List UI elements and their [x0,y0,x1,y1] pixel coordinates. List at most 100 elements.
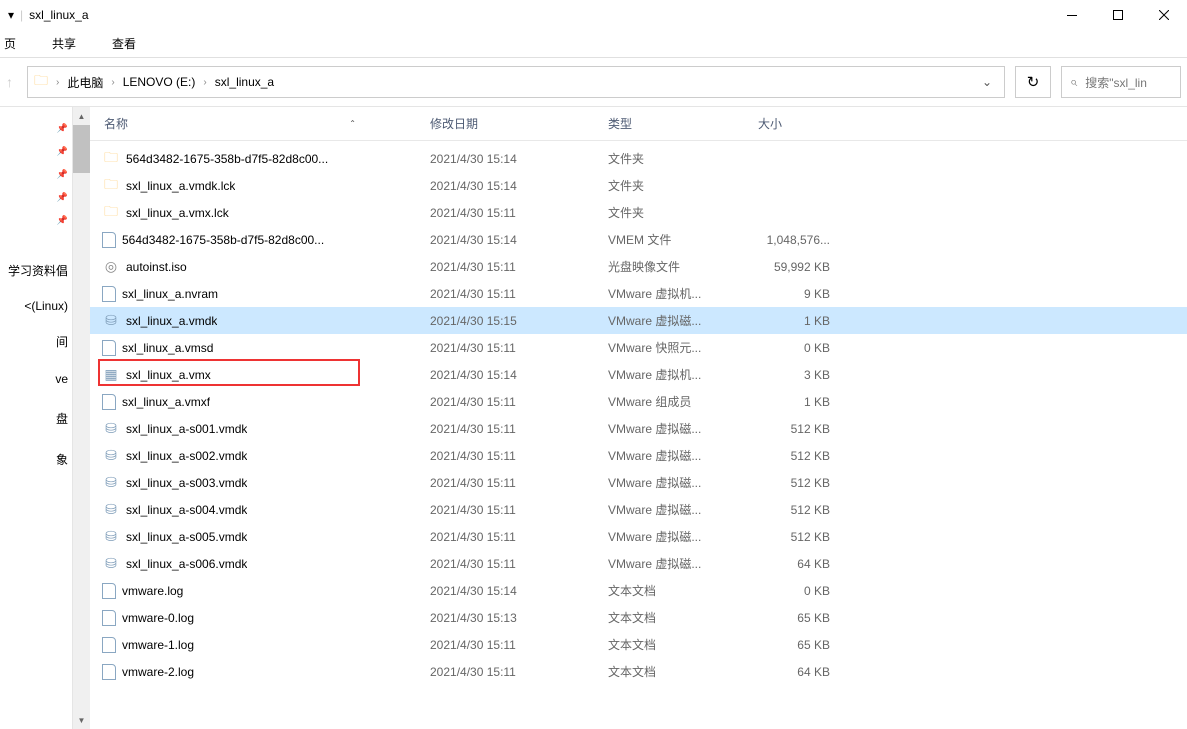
file-date: 2021/4/30 15:14 [416,233,594,247]
table-row[interactable]: vmware.log 2021/4/30 15:14 文本文档 0 KB [90,577,1187,604]
breadcrumb-item[interactable]: 此电脑 [63,72,107,93]
chevron-right-icon[interactable]: › [56,77,59,88]
nav-scrollbar[interactable]: ▲ ▼ [72,107,90,729]
sidebar-item[interactable]: <(Linux) [0,289,72,323]
table-row[interactable]: ⛁sxl_linux_a-s004.vmdk 2021/4/30 15:11 V… [90,496,1187,523]
sidebar-item[interactable]: 📌 [0,163,72,186]
table-row[interactable]: 🗀564d3482-1675-358b-d7f5-82d8c00... 2021… [90,145,1187,172]
search-icon: ⌕ [1070,74,1077,90]
header-date[interactable]: 修改日期 [416,115,594,132]
refresh-button[interactable]: ↻ [1015,66,1051,98]
breadcrumb-item[interactable]: sxl_linux_a [211,73,278,91]
file-size: 65 KB [744,638,834,652]
table-row[interactable]: 564d3482-1675-358b-d7f5-82d8c00... 2021/… [90,226,1187,253]
table-row[interactable]: vmware-1.log 2021/4/30 15:11 文本文档 65 KB [90,631,1187,658]
file-icon [102,340,116,356]
breadcrumb-item[interactable]: LENOVO (E:) [119,73,200,91]
file-date: 2021/4/30 15:11 [416,341,594,355]
sidebar-item[interactable]: 📌 [0,186,72,209]
tab-view[interactable]: 查看 [108,35,140,52]
pin-icon: 📌 [57,169,68,180]
file-name: sxl_linux_a-s004.vmdk [126,503,247,517]
table-row[interactable]: ▦sxl_linux_a.vmx 2021/4/30 15:14 VMware … [90,361,1187,388]
file-name: sxl_linux_a-s005.vmdk [126,530,247,544]
pin-icon: 📌 [57,123,68,134]
file-date: 2021/4/30 15:11 [416,287,594,301]
sidebar-item[interactable]: 📌 [0,117,72,140]
file-type: 文本文档 [594,663,744,680]
table-row[interactable]: sxl_linux_a.vmsd 2021/4/30 15:11 VMware … [90,334,1187,361]
table-row[interactable]: vmware-0.log 2021/4/30 15:13 文本文档 65 KB [90,604,1187,631]
header-size[interactable]: 大小 [744,115,834,132]
file-type: VMware 组成员 [594,393,744,410]
sidebar-item[interactable]: 学习资料倡 [0,252,72,289]
file-type: 文件夹 [594,204,744,221]
tab-home[interactable]: 页 [0,35,20,52]
table-row[interactable]: sxl_linux_a.nvram 2021/4/30 15:11 VMware… [90,280,1187,307]
column-headers: 名称 ⌃ 修改日期 类型 大小 [90,107,1187,141]
close-button[interactable] [1141,0,1187,30]
table-row[interactable]: ⛁sxl_linux_a-s005.vmdk 2021/4/30 15:11 V… [90,523,1187,550]
file-name: autoinst.iso [126,260,187,274]
disk-icon: ⛁ [102,501,120,519]
tab-share[interactable]: 共享 [48,35,80,52]
nav-back-button[interactable]: ↑ [6,74,13,90]
file-name: sxl_linux_a-s006.vmdk [126,557,247,571]
file-icon [102,232,116,248]
file-date: 2021/4/30 15:14 [416,584,594,598]
table-row[interactable]: sxl_linux_a.vmxf 2021/4/30 15:11 VMware … [90,388,1187,415]
header-type[interactable]: 类型 [594,115,744,132]
table-row[interactable]: 🗀sxl_linux_a.vmdk.lck 2021/4/30 15:14 文件… [90,172,1187,199]
disk-icon: ⛁ [102,447,120,465]
sidebar-item-label: <(Linux) [0,299,68,313]
table-row[interactable]: ⛁sxl_linux_a-s001.vmdk 2021/4/30 15:11 V… [90,415,1187,442]
chevron-right-icon[interactable]: › [111,77,114,88]
sidebar-item[interactable]: 象 [0,439,72,480]
sidebar-item[interactable]: 盘 [0,398,72,439]
sidebar-item[interactable]: 📌 [0,140,72,163]
search-placeholder: 搜索"sxl_lin [1085,74,1147,91]
file-type: VMware 虚拟机... [594,285,744,302]
disk-icon: ⛁ [102,528,120,546]
file-date: 2021/4/30 15:11 [416,206,594,220]
search-input[interactable]: ⌕ 搜索"sxl_lin [1061,66,1181,98]
maximize-button[interactable] [1095,0,1141,30]
toolbar-chevron[interactable]: ▾ [8,8,14,22]
file-name: sxl_linux_a-s003.vmdk [126,476,247,490]
table-row[interactable]: ◎autoinst.iso 2021/4/30 15:11 光盘映像文件 59,… [90,253,1187,280]
scroll-thumb[interactable] [73,125,90,173]
sidebar-item-label: 学习资料倡 [0,262,68,279]
table-row[interactable]: ⛁sxl_linux_a-s006.vmdk 2021/4/30 15:11 V… [90,550,1187,577]
minimize-button[interactable] [1049,0,1095,30]
file-size: 512 KB [744,530,834,544]
file-size: 59,992 KB [744,260,834,274]
file-type: VMware 虚拟磁... [594,501,744,518]
table-row[interactable]: vmware-2.log 2021/4/30 15:11 文本文档 64 KB [90,658,1187,685]
file-date: 2021/4/30 15:11 [416,665,594,679]
table-row[interactable]: 🗀sxl_linux_a.vmx.lck 2021/4/30 15:11 文件夹 [90,199,1187,226]
sidebar-item[interactable]: 📌 [0,209,72,232]
scroll-down-button[interactable]: ▼ [73,711,90,729]
file-name: sxl_linux_a.vmx [126,368,211,382]
sidebar-item[interactable]: 间 [0,323,72,360]
pin-icon: 📌 [57,215,68,226]
file-size: 1 KB [744,395,834,409]
file-type: 文件夹 [594,150,744,167]
sidebar-item[interactable]: ve [0,360,72,398]
breadcrumb-dropdown[interactable]: ⌄ [976,75,998,89]
table-row[interactable]: ⛁sxl_linux_a-s003.vmdk 2021/4/30 15:11 V… [90,469,1187,496]
file-date: 2021/4/30 15:11 [416,557,594,571]
file-size: 0 KB [744,584,834,598]
scroll-up-button[interactable]: ▲ [73,107,90,125]
file-type: 文本文档 [594,582,744,599]
breadcrumb[interactable]: 🗀 › 此电脑 › LENOVO (E:) › sxl_linux_a ⌄ [27,66,1005,98]
table-row[interactable]: ⛁sxl_linux_a-s002.vmdk 2021/4/30 15:11 V… [90,442,1187,469]
chevron-right-icon[interactable]: › [203,77,206,88]
header-name[interactable]: 名称 ⌃ [90,115,416,132]
file-name: sxl_linux_a.vmsd [122,341,213,355]
file-name: sxl_linux_a.vmx.lck [126,206,229,220]
table-row[interactable]: ⛁sxl_linux_a.vmdk 2021/4/30 15:15 VMware… [90,307,1187,334]
disk-icon: ⛁ [102,420,120,438]
file-date: 2021/4/30 15:14 [416,368,594,382]
sidebar-item[interactable] [0,232,72,252]
